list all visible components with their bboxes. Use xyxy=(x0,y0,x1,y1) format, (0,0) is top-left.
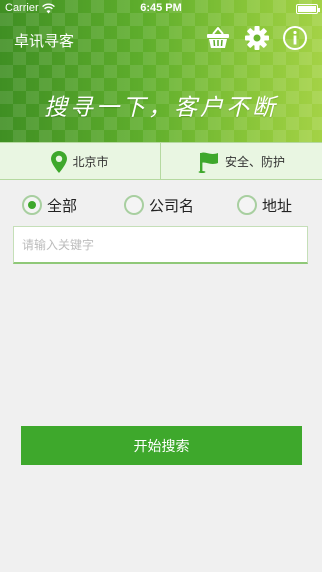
status-bar: Carrier 6:45 PM xyxy=(0,0,322,18)
search-type-group: 全部 公司名 地址 xyxy=(0,193,322,217)
radio-circle[interactable] xyxy=(237,195,257,215)
clock: 6:45 PM xyxy=(140,2,182,14)
category-label: 安全、防护 xyxy=(224,155,285,169)
battery-icon xyxy=(296,4,320,14)
keyword-input[interactable] xyxy=(13,226,308,264)
basket-icon[interactable] xyxy=(205,25,231,51)
info-icon[interactable] xyxy=(282,25,308,51)
slogan: 搜寻一下，客户不断 xyxy=(44,95,278,121)
radio-all[interactable]: 全部 xyxy=(22,193,77,217)
city-label: 北京市 xyxy=(72,155,109,169)
app-title: 卓讯寻客 xyxy=(14,32,75,50)
city-selector[interactable]: 北京市 xyxy=(0,143,161,180)
gear-icon[interactable] xyxy=(244,25,270,51)
radio-address-label: 地址 xyxy=(262,196,293,215)
flag-icon xyxy=(198,152,218,173)
header-banner: Carrier 6:45 PM 卓讯寻客 搜寻一下，客户不断 xyxy=(0,0,322,142)
radio-company-name-label: 公司名 xyxy=(149,196,195,215)
start-search-button[interactable]: 开始搜索 xyxy=(21,426,302,465)
radio-all-label: 全部 xyxy=(47,196,78,215)
filter-bar: 北京市 安全、防护 xyxy=(0,142,322,180)
radio-address[interactable]: 地址 xyxy=(237,193,292,217)
radio-circle-checked[interactable] xyxy=(22,195,42,215)
radio-circle[interactable] xyxy=(124,195,144,215)
category-selector[interactable]: 安全、防护 xyxy=(161,143,322,180)
radio-company-name[interactable]: 公司名 xyxy=(124,193,194,217)
location-pin-icon xyxy=(51,150,68,173)
